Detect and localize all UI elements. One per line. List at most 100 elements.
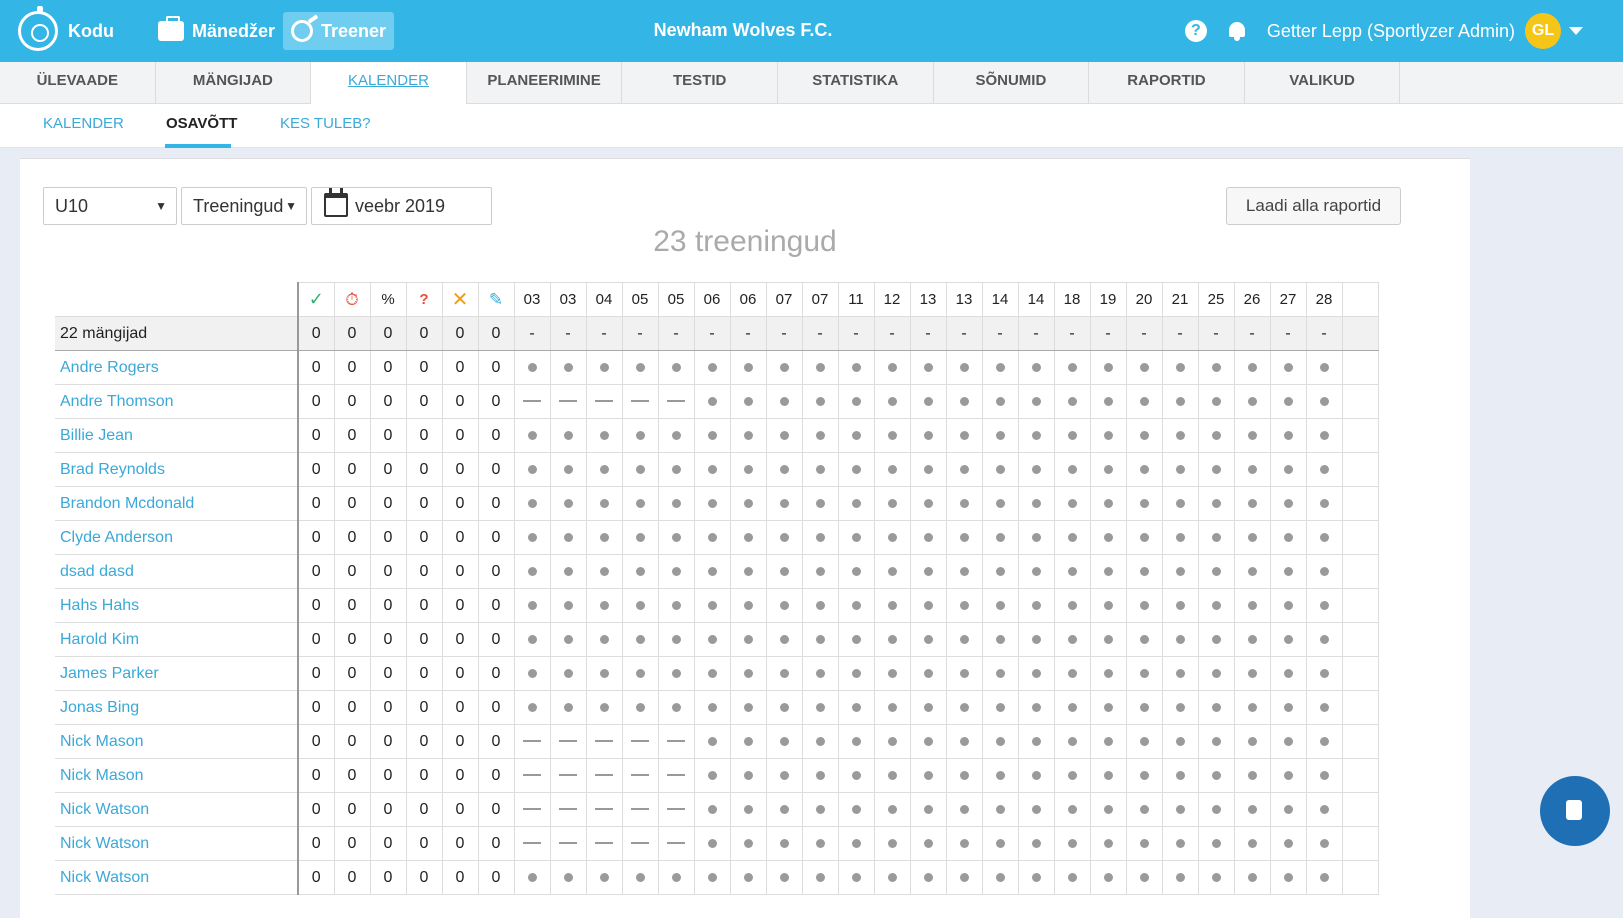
attendance-cell[interactable] (765, 486, 803, 521)
attendance-cell[interactable] (621, 656, 659, 691)
attendance-cell[interactable] (873, 588, 911, 623)
attendance-cell[interactable] (1305, 656, 1343, 691)
attendance-cell[interactable] (945, 758, 983, 793)
attendance-cell[interactable] (621, 452, 659, 487)
player-name-link[interactable]: Clyde Anderson (55, 520, 299, 555)
attendance-cell[interactable] (801, 520, 839, 555)
attendance-cell[interactable] (945, 860, 983, 895)
player-name-link[interactable]: dsad dasd (55, 554, 299, 589)
attendance-cell[interactable] (549, 486, 587, 521)
attendance-cell[interactable] (801, 452, 839, 487)
attendance-cell[interactable] (1125, 554, 1163, 589)
attendance-cell[interactable] (693, 486, 731, 521)
attendance-cell[interactable] (945, 690, 983, 725)
attendance-cell[interactable] (1197, 860, 1235, 895)
attendance-cell[interactable] (1089, 860, 1127, 895)
type-select[interactable]: Treeningud ▼ (181, 187, 307, 225)
attendance-cell[interactable] (873, 792, 911, 827)
player-name-link[interactable]: Jonas Bing (55, 690, 299, 725)
attendance-cell[interactable] (1269, 860, 1307, 895)
attendance-cell[interactable] (585, 656, 623, 691)
attendance-cell[interactable] (621, 554, 659, 589)
attendance-cell[interactable] (981, 622, 1019, 657)
attendance-cell[interactable] (1233, 826, 1271, 861)
attendance-cell[interactable] (801, 350, 839, 385)
attendance-cell[interactable] (621, 520, 659, 555)
attendance-cell[interactable] (1089, 554, 1127, 589)
attendance-cell[interactable] (909, 520, 947, 555)
attendance-cell[interactable] (1125, 520, 1163, 555)
attendance-cell[interactable] (1089, 724, 1127, 759)
attendance-cell[interactable] (729, 384, 767, 419)
attendance-cell[interactable] (513, 622, 551, 657)
attendance-cell[interactable] (1017, 452, 1055, 487)
attendance-cell[interactable] (1197, 486, 1235, 521)
attendance-cell[interactable] (945, 792, 983, 827)
attendance-cell[interactable] (909, 384, 947, 419)
attendance-cell[interactable] (585, 418, 623, 453)
attendance-cell[interactable] (693, 384, 731, 419)
attendance-cell[interactable] (585, 860, 623, 895)
attendance-cell[interactable] (981, 418, 1019, 453)
attendance-cell[interactable] (1197, 826, 1235, 861)
attendance-cell[interactable] (1017, 860, 1055, 895)
day-header[interactable]: 21 (1161, 282, 1199, 317)
attendance-cell[interactable] (1269, 520, 1307, 555)
day-header[interactable]: 13 (945, 282, 983, 317)
attendance-cell[interactable] (1305, 588, 1343, 623)
subtab-kalender[interactable]: KALENDER (43, 115, 124, 132)
attendance-cell[interactable] (909, 656, 947, 691)
attendance-cell[interactable] (909, 486, 947, 521)
attendance-cell[interactable] (765, 724, 803, 759)
player-name-link[interactable]: Nick Mason (55, 758, 299, 793)
attendance-cell[interactable] (1161, 520, 1199, 555)
attendance-cell[interactable] (909, 758, 947, 793)
day-header[interactable]: 26 (1233, 282, 1271, 317)
attendance-cell[interactable] (549, 588, 587, 623)
attendance-cell[interactable] (801, 826, 839, 861)
attendance-cell[interactable] (945, 724, 983, 759)
attendance-cell[interactable] (1125, 724, 1163, 759)
attendance-cell[interactable] (945, 452, 983, 487)
attendance-cell[interactable] (1089, 486, 1127, 521)
attendance-cell[interactable] (1053, 554, 1091, 589)
attendance-cell[interactable] (945, 622, 983, 657)
attendance-cell[interactable] (1017, 520, 1055, 555)
attendance-cell[interactable] (1233, 554, 1271, 589)
day-header[interactable]: 18 (1053, 282, 1091, 317)
attendance-cell[interactable] (765, 350, 803, 385)
tab-6[interactable]: SÕNUMID (934, 62, 1090, 104)
attendance-cell[interactable] (765, 792, 803, 827)
attendance-cell[interactable] (513, 554, 551, 589)
attendance-cell[interactable] (513, 588, 551, 623)
attendance-cell[interactable] (1269, 350, 1307, 385)
attendance-cell[interactable] (1305, 418, 1343, 453)
attendance-cell[interactable] (729, 452, 767, 487)
attendance-cell[interactable] (909, 826, 947, 861)
attendance-cell[interactable] (549, 418, 587, 453)
attendance-cell[interactable] (585, 588, 623, 623)
attendance-cell[interactable] (549, 690, 587, 725)
attendance-cell[interactable] (1017, 758, 1055, 793)
attendance-cell[interactable] (1017, 826, 1055, 861)
attendance-cell[interactable] (873, 860, 911, 895)
attendance-cell[interactable] (549, 350, 587, 385)
day-header[interactable]: 11 (837, 282, 875, 317)
attendance-cell[interactable] (1197, 656, 1235, 691)
attendance-cell[interactable] (729, 758, 767, 793)
attendance-cell[interactable] (693, 554, 731, 589)
attendance-cell[interactable] (801, 622, 839, 657)
attendance-cell[interactable] (1125, 418, 1163, 453)
attendance-cell[interactable] (513, 690, 551, 725)
attendance-cell[interactable] (1053, 860, 1091, 895)
day-header[interactable]: 28 (1305, 282, 1343, 317)
attendance-cell[interactable] (693, 758, 731, 793)
attendance-cell[interactable] (657, 554, 695, 589)
download-reports-button[interactable]: Laadi alla raportid (1226, 187, 1401, 225)
attendance-cell[interactable] (909, 860, 947, 895)
attendance-cell[interactable] (837, 656, 875, 691)
tab-1[interactable]: MÄNGIJAD (156, 62, 312, 104)
attendance-cell[interactable] (1125, 486, 1163, 521)
attendance-cell[interactable] (981, 588, 1019, 623)
attendance-cell[interactable] (1161, 350, 1199, 385)
